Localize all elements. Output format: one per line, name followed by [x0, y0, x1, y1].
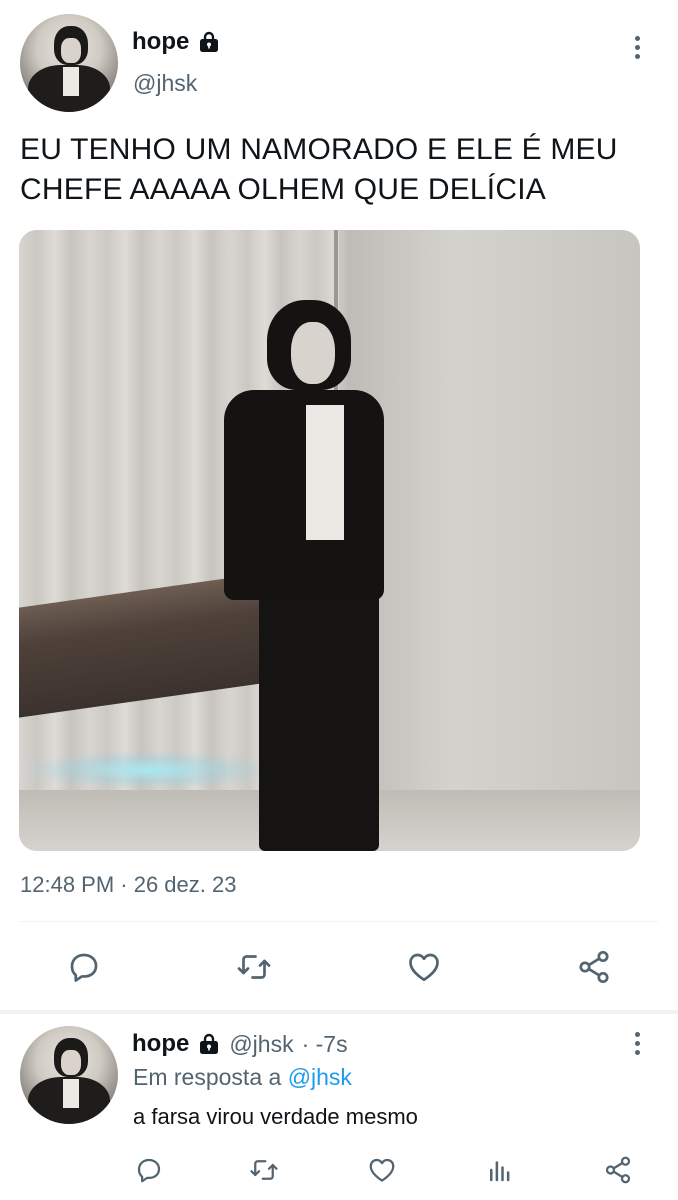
reply-author-row: hope @jhsk · -7s	[132, 1030, 348, 1058]
author-handle[interactable]: @jhsk	[229, 1031, 293, 1058]
divider	[20, 921, 658, 922]
avatar[interactable]	[20, 14, 118, 112]
heart-icon	[409, 953, 439, 982]
like-button[interactable]	[404, 947, 444, 987]
more-options-button[interactable]	[627, 1028, 647, 1058]
reply-button[interactable]	[129, 1150, 169, 1190]
retweet-button[interactable]	[234, 947, 274, 987]
share-icon	[605, 1156, 631, 1184]
tweet-photo[interactable]	[19, 230, 640, 851]
retweet-icon	[237, 955, 271, 979]
retweet-button[interactable]	[244, 1150, 284, 1190]
more-vertical-icon	[634, 35, 640, 41]
in-reply-prefix: Em resposta a	[133, 1064, 282, 1090]
tweet-timestamp[interactable]: 12:48 PM · 26 dez. 23	[20, 872, 236, 898]
share-button[interactable]	[574, 947, 614, 987]
in-reply-mention-link[interactable]: @jhsk	[288, 1064, 352, 1090]
author-handle[interactable]: @jhsk	[133, 70, 197, 97]
reply-tweet[interactable]: hope @jhsk · -7s Em resposta a @jhsk a f…	[0, 1014, 678, 1200]
avatar[interactable]	[20, 1026, 118, 1124]
views-button[interactable]	[480, 1150, 520, 1190]
share-icon	[579, 950, 609, 984]
tweet-text: EU TENHO UM NAMORADO E ELE É MEU CHEFE A…	[20, 133, 618, 206]
reply-text: a farsa virou verdade mesmo	[133, 1104, 418, 1129]
reply-button[interactable]	[64, 947, 104, 987]
in-reply-to: Em resposta a @jhsk	[133, 1064, 352, 1091]
reply-icon	[137, 1158, 161, 1183]
author-name[interactable]: hope	[132, 28, 189, 56]
heart-icon	[369, 1158, 395, 1182]
author-row: hope	[132, 28, 221, 56]
more-vertical-icon	[634, 1031, 640, 1037]
lock-icon	[200, 31, 219, 52]
reply-icon	[70, 953, 98, 982]
lock-icon	[200, 1033, 219, 1054]
reply-time: · -7s	[301, 1030, 348, 1057]
like-button[interactable]	[362, 1150, 402, 1190]
main-tweet: hope @jhsk EU TENHO UM NAMORADO E ELE É …	[0, 0, 678, 1010]
views-icon	[490, 1161, 510, 1182]
share-button[interactable]	[598, 1150, 638, 1190]
retweet-icon	[250, 1160, 278, 1180]
author-name[interactable]: hope	[132, 1030, 189, 1058]
more-options-button[interactable]	[627, 32, 647, 62]
